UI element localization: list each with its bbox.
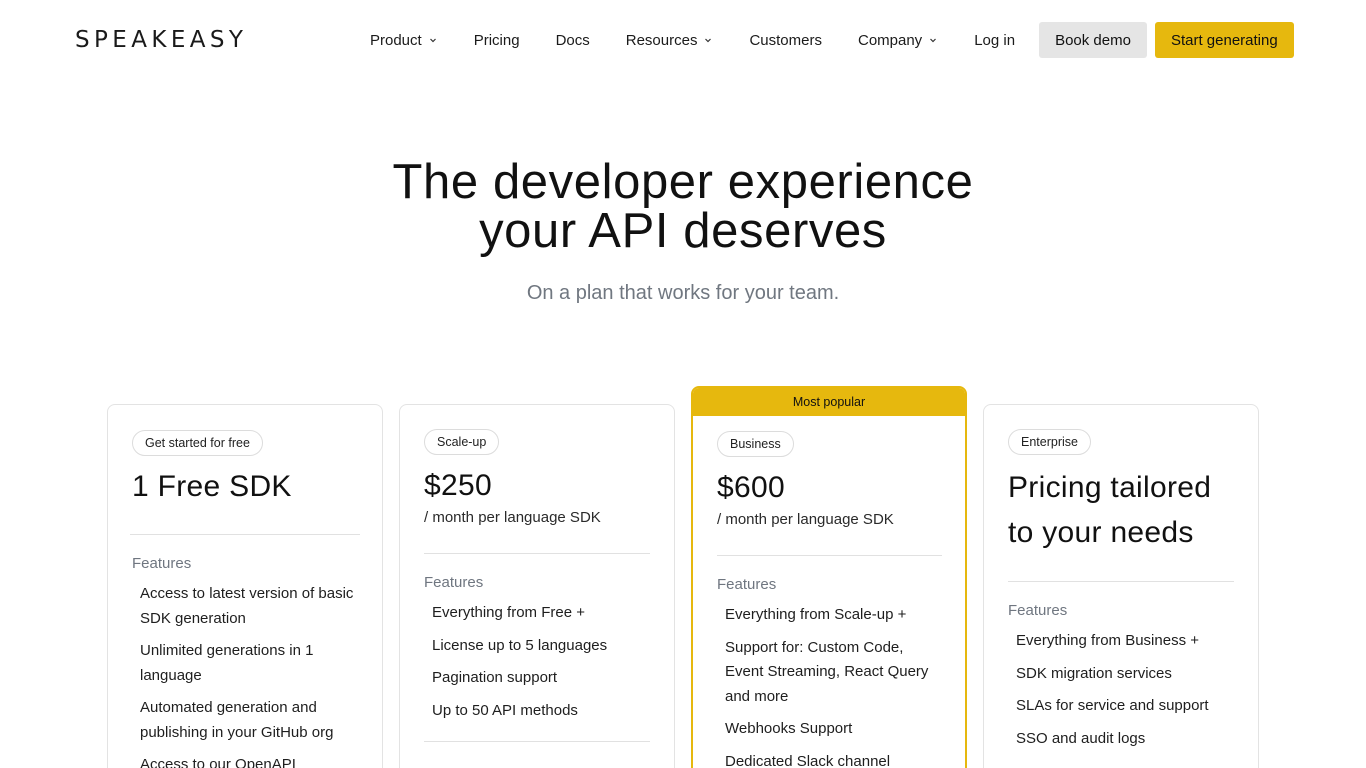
features-heading: Features [1008,602,1068,619]
nav-item-product[interactable]: Product [352,22,456,58]
nav-item-label: Customers [749,31,822,49]
speakeasy-logo[interactable]: SPEAKEASY [75,27,247,53]
feature-item: Webhooks Support [725,720,853,737]
chevron-down-icon [703,35,713,45]
nav-item-customers[interactable]: Customers [731,22,840,58]
top-nav: SPEAKEASY Product Pricing Docs Resources… [0,0,1366,80]
features-heading: Features [132,555,192,572]
chevron-down-icon [928,35,938,45]
feature-item: Automated generation and publishing in y… [140,699,334,741]
plan-price: Pricing tailored to your needs [1008,471,1212,549]
features-heading: Features [424,574,484,591]
plan-card-business: Most popular Business $600 / month per l… [691,386,967,768]
plan-price: $250 [424,469,492,502]
nav-item-resources[interactable]: Resources [608,22,732,58]
chevron-down-icon [428,35,438,45]
logo-text: SPEAKEASY [75,27,248,53]
feature-item: SLAs for service and support [1016,697,1209,714]
plan-tag: Enterprise [1008,429,1091,455]
feature-item: SDK migration services [1016,664,1172,682]
feature-list: Everything from Free + License up to 5 l… [424,601,650,723]
feature-item: Dedicated Slack channel [725,752,891,768]
feature-item: Access to our OpenAPI [140,756,296,768]
feature-item: Everything from Business + [1016,632,1199,649]
nav-item-label: Docs [555,31,590,49]
plan-price: $600 [717,471,785,504]
feature-item: Access to latest version of basic SDK ge… [140,585,354,627]
plan-tag: Business [717,431,794,457]
feature-item: Pagination support [432,669,558,686]
nav-item-company[interactable]: Company [840,22,956,58]
hero-title: The developer experience your API deserv… [0,158,1366,256]
hero-title-line: The developer experience [392,155,974,209]
feature-item: License up to 5 languages [432,636,608,654]
plan-tag: Get started for free [132,430,263,456]
plan-price: 1 Free SDK [132,470,292,503]
hero-title-line: your API deserves [479,204,887,258]
divider [424,553,650,554]
plan-card-scale-up: Scale-up $250 / month per language SDK F… [399,404,675,768]
nav-item-label: Pricing [473,31,520,49]
nav-item-label: Company [857,31,923,49]
nav-item-label: Product [370,31,422,49]
divider [717,555,942,556]
plan-tag: Scale-up [424,429,500,455]
feature-list: Access to latest version of basic SDK ge… [132,582,360,768]
feature-item: Everything from Free + [432,604,585,621]
feature-item: Support for: Custom Code, Event Streamin… [725,638,929,705]
plan-card-free: Get started for free 1 Free SDK Features… [107,404,383,768]
feature-item: SSO and audit logs [1016,729,1146,747]
divider [424,741,650,742]
feature-item: Unlimited generations in 1 language [140,642,314,684]
nav-item-label: Log in [974,31,1016,49]
plan-price-subtext: / month per language SDK [424,509,601,526]
plan-card-enterprise: Enterprise Pricing tailored to your need… [983,404,1259,768]
features-heading: Features [717,576,777,593]
feature-item: Up to 50 API methods [432,701,578,719]
nav-menu: Product Pricing Docs Resources Customers… [352,22,1294,58]
start-generating-button[interactable]: Start generating [1154,22,1294,58]
feature-list: Everything from Scale-up + Support for: … [717,603,942,768]
feature-item: Everything from Scale-up + [725,606,907,623]
feature-list: Everything from Business + SDK migration… [1008,629,1234,751]
nav-item-label: Resources [625,31,698,49]
book-demo-button[interactable]: Book demo [1039,22,1147,58]
hero-subtitle: On a plan that works for your team. [526,282,840,304]
nav-item-docs[interactable]: Docs [538,22,608,58]
most-popular-ribbon: Most popular [693,388,965,416]
nav-item-pricing[interactable]: Pricing [456,22,538,58]
plan-price-subtext: / month per language SDK [717,511,894,528]
divider [130,534,360,535]
nav-item-login[interactable]: Log in [956,22,1033,58]
divider [1008,581,1234,582]
